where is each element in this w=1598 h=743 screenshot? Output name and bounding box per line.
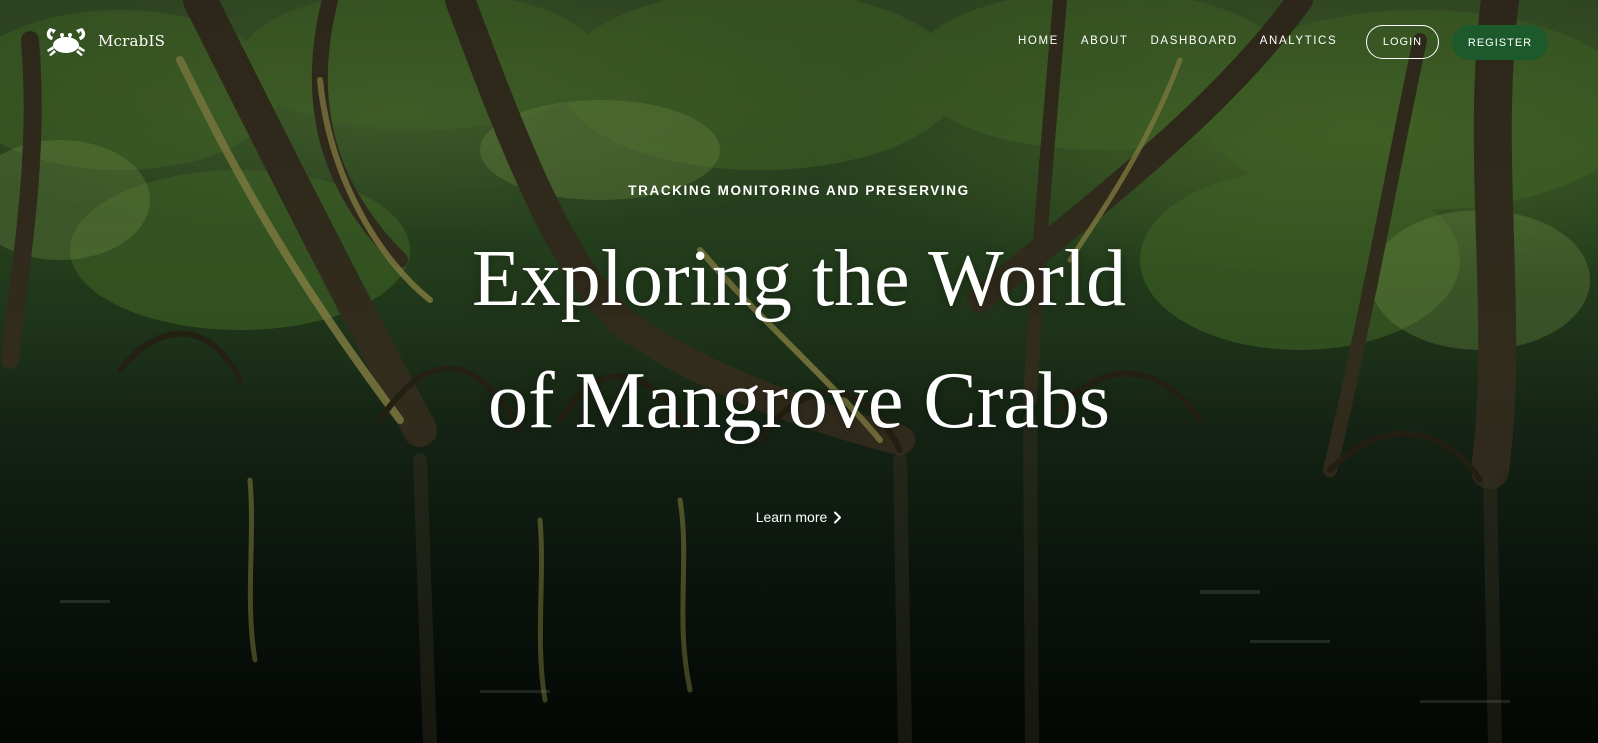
nav-links: HOME ABOUT DASHBOARD ANALYTICS: [1018, 35, 1359, 47]
hero-eyebrow: TRACKING MONITORING AND PRESERVING: [628, 183, 970, 198]
hero-section: McrabIS HOME ABOUT DASHBOARD ANALYTICS L…: [0, 0, 1598, 743]
hero-headline: Exploring the World of Mangrove Crabs: [0, 218, 1598, 463]
headline-line-2: of Mangrove Crabs: [487, 357, 1111, 446]
nav-link-analytics[interactable]: ANALYTICS: [1260, 35, 1337, 47]
crab-icon: [44, 24, 88, 58]
top-navigation: McrabIS HOME ABOUT DASHBOARD ANALYTICS L…: [0, 0, 1598, 86]
chevron-right-icon: [833, 511, 842, 524]
nav-link-dashboard[interactable]: DASHBOARD: [1151, 35, 1238, 47]
learn-more-link[interactable]: Learn more: [0, 509, 1598, 525]
learn-more-content: Learn more: [756, 509, 843, 525]
register-button[interactable]: REGISTER: [1452, 25, 1548, 60]
nav-link-about[interactable]: ABOUT: [1081, 35, 1129, 47]
headline-line-1: Exploring the World: [471, 235, 1127, 323]
login-button[interactable]: LOGIN: [1366, 25, 1439, 59]
brand-name: McrabIS: [98, 32, 166, 50]
learn-more-label: Learn more: [755, 509, 828, 525]
brand-logo[interactable]: McrabIS: [44, 24, 165, 58]
nav-link-home[interactable]: HOME: [1018, 35, 1059, 47]
